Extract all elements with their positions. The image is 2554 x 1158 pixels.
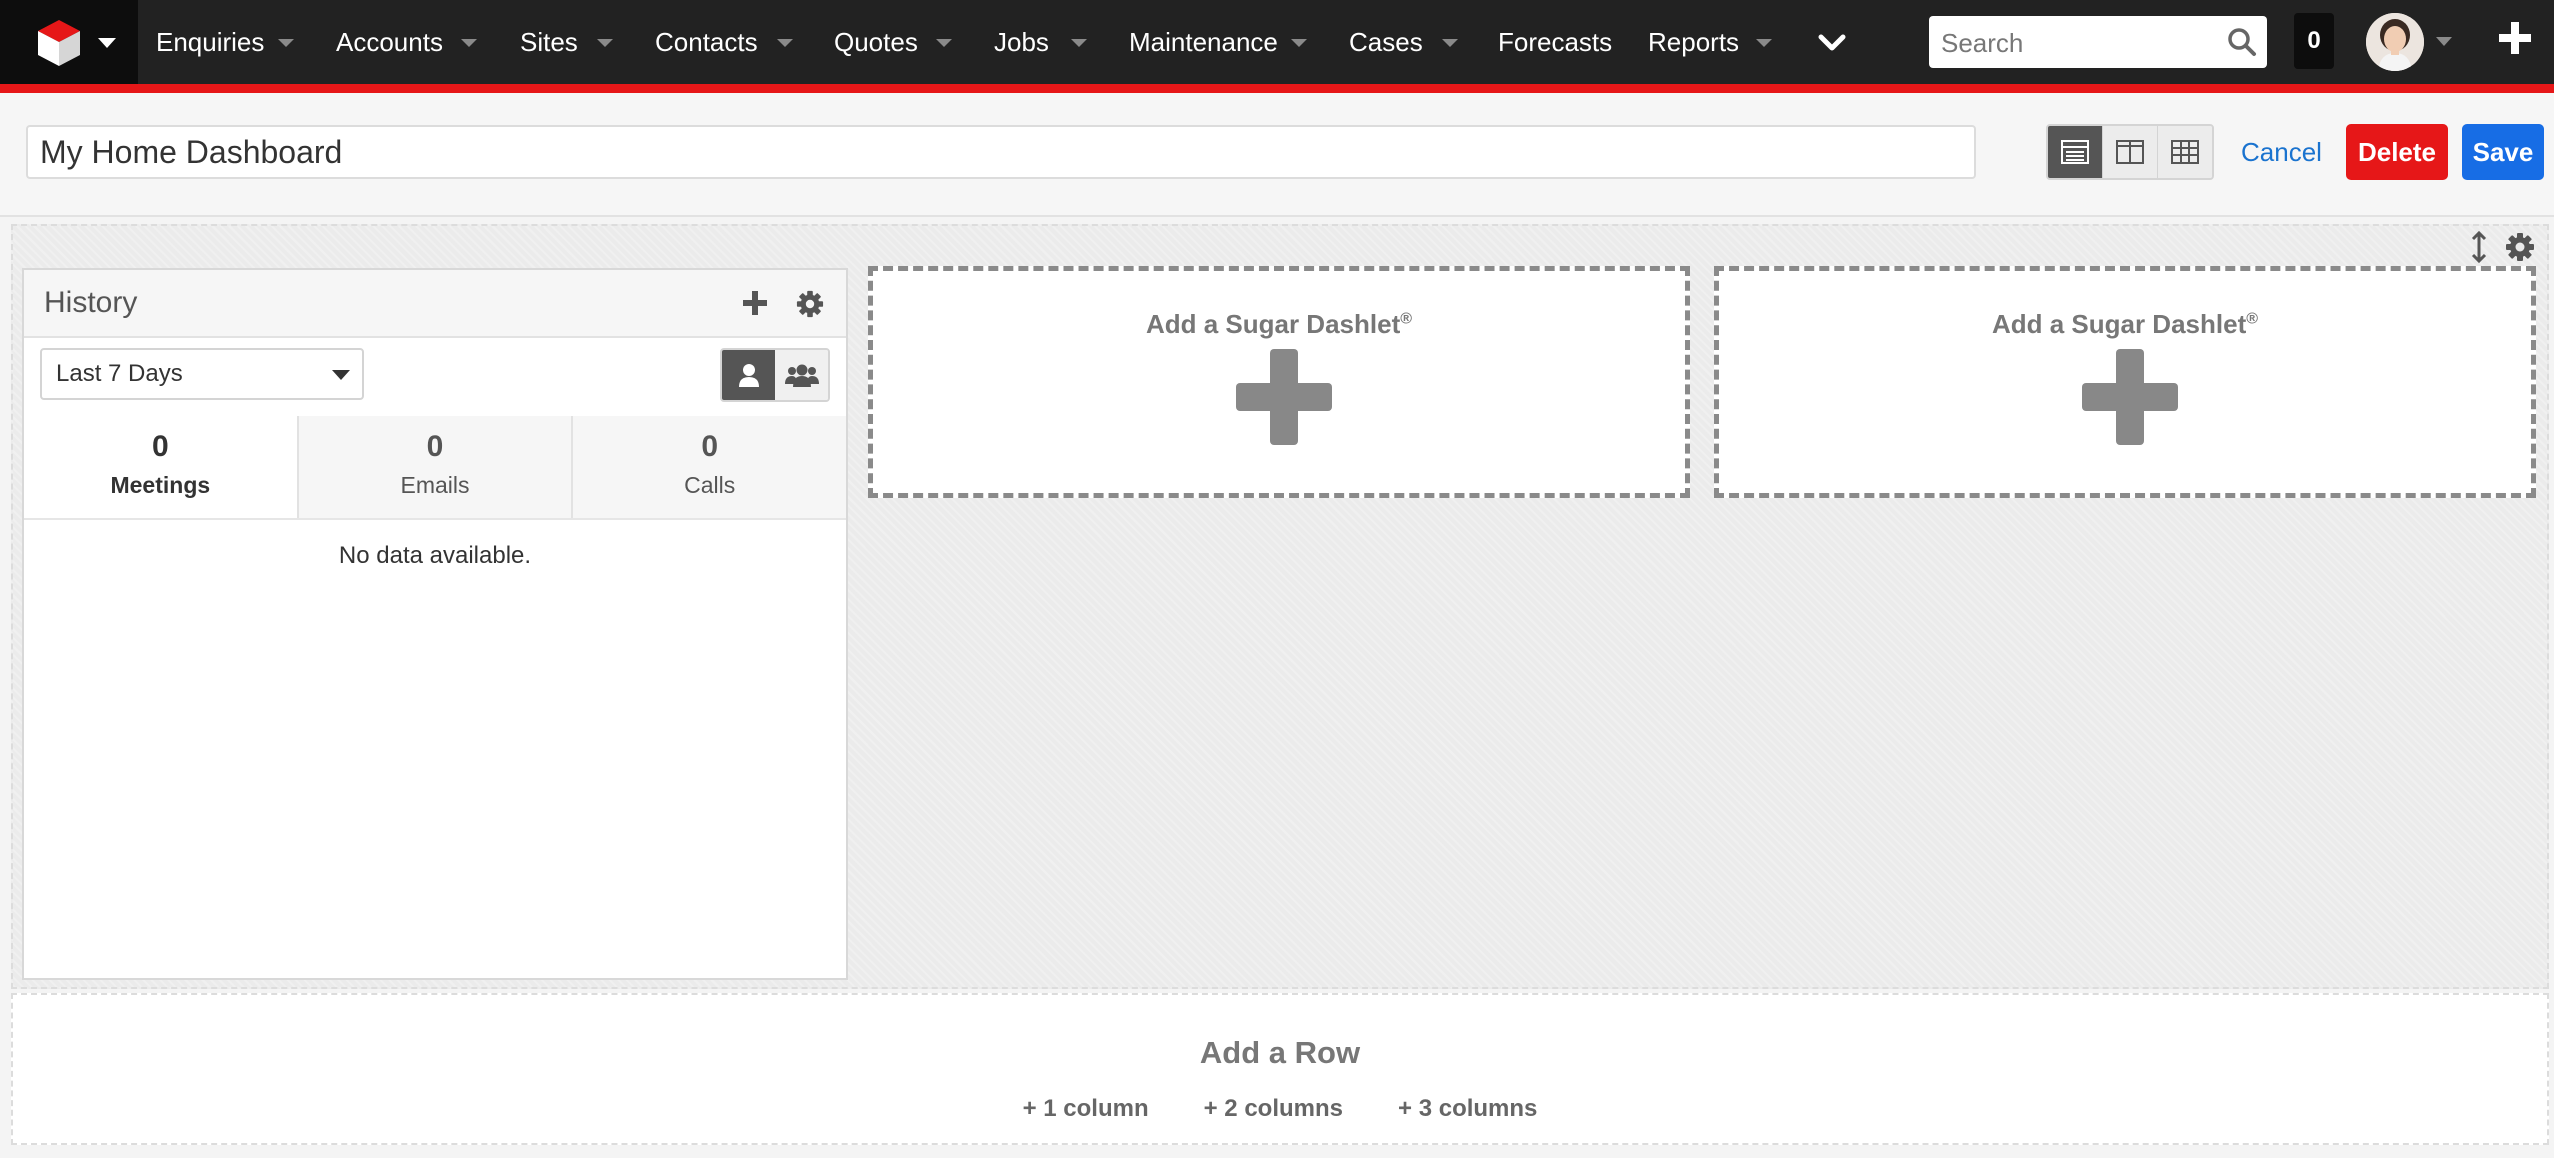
- delete-button[interactable]: Delete: [2346, 124, 2448, 180]
- nav-maintenance-dropdown-icon[interactable]: [1291, 39, 1307, 47]
- emails-count: 0: [426, 430, 444, 463]
- nav-item-contacts[interactable]: Contacts: [655, 0, 758, 84]
- add-dashlet-slot-2[interactable]: Add a Sugar Dashlet®: [1714, 266, 2536, 498]
- nav-cases-dropdown-icon[interactable]: [1442, 39, 1458, 47]
- dashboard-name-input[interactable]: [26, 125, 1976, 179]
- cancel-button[interactable]: Cancel: [2241, 124, 2322, 180]
- gear-icon[interactable]: [2505, 232, 2535, 262]
- add-dashlet-slot-1[interactable]: Add a Sugar Dashlet®: [868, 266, 1690, 498]
- history-tabs: 0 Meetings 0 Emails 0 Calls: [24, 416, 847, 520]
- global-search[interactable]: [1929, 16, 2267, 70]
- nav-item-maintenance[interactable]: Maintenance: [1129, 0, 1278, 84]
- nav-accent-line: [0, 84, 2554, 93]
- emails-label: Emails: [400, 472, 470, 498]
- nav-item-reports[interactable]: Reports: [1648, 0, 1739, 84]
- meetings-label: Meetings: [110, 472, 211, 498]
- calls-count: 0: [701, 430, 719, 463]
- dashlet-title: History: [44, 286, 138, 319]
- add-dashlet-label: Add a Sugar Dashlet®: [1145, 309, 1413, 339]
- nav-contacts-dropdown-icon[interactable]: [777, 39, 793, 47]
- layout-toggle-group: [2046, 124, 2214, 180]
- empty-state-message: No data available.: [338, 542, 532, 569]
- notifications-badge[interactable]: 0: [2294, 13, 2334, 69]
- plus-icon: [2082, 349, 2178, 445]
- plus-icon[interactable]: [742, 290, 768, 316]
- user-avatar-icon: [2366, 13, 2424, 71]
- date-range-select[interactable]: Last 7 Days: [40, 348, 364, 400]
- avatar[interactable]: [2366, 13, 2424, 71]
- nav-item-jobs[interactable]: Jobs: [994, 0, 1049, 84]
- sugar-cube-icon: [38, 20, 80, 66]
- nav-accounts-dropdown-icon[interactable]: [461, 39, 477, 47]
- history-dashlet: History Last 7 Days 0 Meetings 0 Emails …: [22, 268, 848, 980]
- list-layout-button[interactable]: [2048, 126, 2103, 178]
- add-one-column-button[interactable]: + 1 column: [1023, 1095, 1149, 1123]
- add-row-title: Add a Row: [1199, 1035, 1361, 1070]
- date-range-value: Last 7 Days: [56, 360, 183, 387]
- nav-item-enquiries[interactable]: Enquiries: [156, 0, 264, 84]
- nav-item-sites[interactable]: Sites: [520, 0, 578, 84]
- nav-item-forecasts[interactable]: Forecasts: [1498, 0, 1612, 84]
- gear-icon[interactable]: [796, 290, 824, 318]
- tab-meetings[interactable]: 0 Meetings: [24, 416, 297, 518]
- nav-sites-dropdown-icon[interactable]: [597, 39, 613, 47]
- tab-emails[interactable]: 0 Emails: [296, 416, 572, 518]
- tab-calls[interactable]: 0 Calls: [571, 416, 847, 518]
- nav-item-accounts[interactable]: Accounts: [336, 0, 443, 84]
- nav-jobs-dropdown-icon[interactable]: [1071, 39, 1087, 47]
- caret-down-icon: [332, 370, 350, 380]
- meetings-count: 0: [151, 430, 169, 463]
- user-icon: [738, 364, 759, 387]
- owner-toggle-group: [720, 348, 830, 402]
- plus-icon: [1236, 349, 1332, 445]
- two-column-layout-icon: [2116, 140, 2144, 164]
- nav-enquiries-dropdown-icon[interactable]: [278, 39, 294, 47]
- save-button[interactable]: Save: [2462, 124, 2544, 180]
- user-menu-chevron-icon[interactable]: [2436, 37, 2452, 46]
- add-two-columns-button[interactable]: + 2 columns: [1204, 1095, 1343, 1123]
- my-items-button[interactable]: [722, 350, 775, 400]
- resize-vertical-icon[interactable]: [2470, 230, 2488, 264]
- nav-quotes-dropdown-icon[interactable]: [936, 39, 952, 47]
- top-navigation-bar: Enquiries Accounts Sites Contacts Quotes…: [0, 0, 2554, 84]
- chevron-down-icon: [98, 38, 116, 48]
- list-layout-icon: [2061, 140, 2089, 164]
- calls-label: Calls: [684, 472, 736, 498]
- dashlet-header: History: [24, 270, 846, 338]
- add-dashlet-label: Add a Sugar Dashlet®: [1991, 309, 2259, 339]
- nav-item-cases[interactable]: Cases: [1349, 0, 1423, 84]
- two-column-layout-button[interactable]: [2103, 126, 2158, 178]
- dashlet-toolbar: Last 7 Days: [24, 338, 846, 418]
- search-input[interactable]: [1929, 16, 2223, 70]
- chevron-down-icon[interactable]: [1816, 30, 1848, 54]
- nav-item-quotes[interactable]: Quotes: [834, 0, 918, 84]
- grid-layout-button[interactable]: [2158, 126, 2212, 178]
- plus-icon[interactable]: [2497, 20, 2533, 56]
- add-row-panel: Add a Row + 1 column + 2 columns + 3 col…: [11, 993, 2549, 1145]
- add-row-options: + 1 column + 2 columns + 3 columns: [13, 1095, 2547, 1123]
- nav-reports-dropdown-icon[interactable]: [1756, 39, 1772, 47]
- team-items-button[interactable]: [775, 350, 828, 400]
- group-icon: [784, 364, 819, 387]
- search-icon[interactable]: [2227, 27, 2257, 57]
- app-logo-menu[interactable]: [0, 0, 138, 84]
- add-three-columns-button[interactable]: + 3 columns: [1398, 1095, 1537, 1123]
- grid-layout-icon: [2171, 140, 2199, 164]
